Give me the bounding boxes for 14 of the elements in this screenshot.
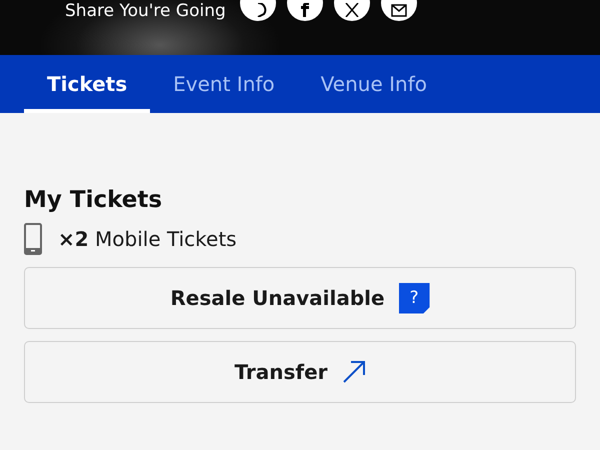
help-badge[interactable]: ? [398, 282, 430, 314]
transfer-button[interactable]: Transfer [24, 341, 576, 403]
share-label: Share You're Going [65, 1, 226, 21]
arrow-icon [342, 360, 366, 384]
phone-icon [24, 223, 42, 255]
tab[interactable]: Tickets [24, 55, 150, 113]
tab[interactable]: Event Info [150, 55, 298, 113]
facebook-icon[interactable] [300, 3, 310, 17]
mail-icon[interactable] [390, 4, 407, 17]
resale-button[interactable]: Resale Unavailable ? [24, 267, 576, 329]
x-icon[interactable] [344, 3, 359, 17]
ticket-count: ×2 Mobile Tickets [58, 227, 237, 251]
section-title: My Tickets [24, 187, 164, 213]
tab[interactable]: Venue Info [298, 55, 450, 113]
